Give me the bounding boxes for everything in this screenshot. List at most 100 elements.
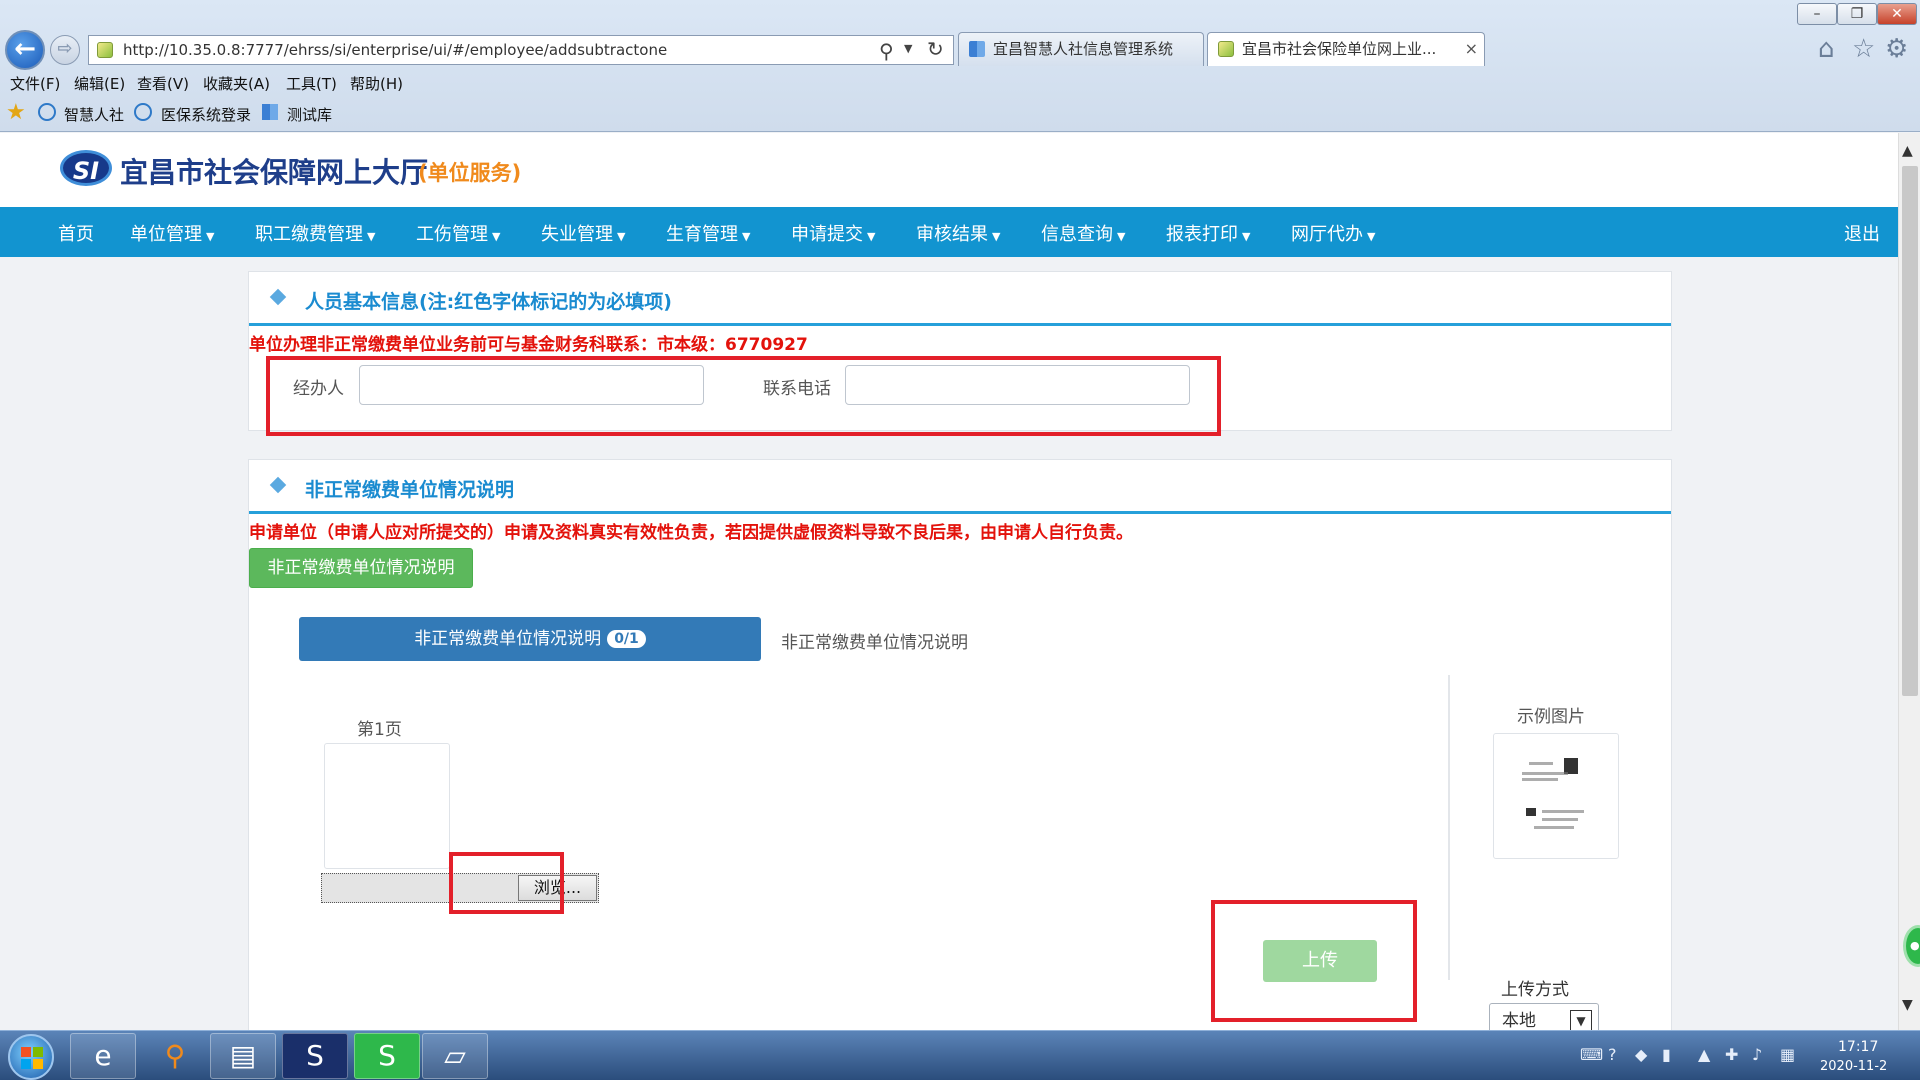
arrow-right-icon: ⇨ [57, 38, 73, 59]
menu-tools[interactable]: 工具(T) [286, 73, 337, 94]
scroll-up-icon[interactable]: ▲ [1902, 143, 1913, 159]
authenticity-note: 申请单位（申请人应对所提交的）申请及资料真实有效性负责，若因提供虚假资料导致不良… [249, 523, 1133, 543]
taskbar: e ⚲ ▤ S S ▱ ⌨ ? ◆ ▮ ▲ ✚ ♪ ▦ 17:17 2020-1… [0, 1030, 1920, 1080]
count-badge: 0/1 [607, 630, 646, 648]
site-subtitle: (单位服务) [418, 161, 522, 185]
upload-thumbnail[interactable] [324, 743, 450, 869]
window-minimize-button[interactable]: – [1797, 3, 1837, 25]
windows-logo-piece [21, 1047, 31, 1057]
scroll-down-icon[interactable]: ▼ [1902, 997, 1913, 1013]
doc-block [1526, 808, 1536, 816]
battery-icon[interactable]: ▮ [1662, 1045, 1671, 1064]
nav-review-results[interactable]: 审核结果 ▼ [916, 220, 1000, 246]
site-favicon-icon [1218, 41, 1234, 57]
highlight-box [1211, 900, 1417, 1022]
tab-irregular-payment-inactive[interactable]: 非正常缴费单位情况说明 [781, 628, 968, 653]
nav-hall-agency[interactable]: 网厅代办 ▼ [1291, 220, 1375, 246]
finance-contact-note: 单位办理非正常缴费单位业务前可与基金财务科联系：市本级：6770927 [249, 335, 808, 355]
tray-expand-icon[interactable]: ▲ [1698, 1045, 1710, 1064]
menu-favorites[interactable]: 收藏夹(A) [203, 73, 270, 94]
nav-work-injury[interactable]: 工伤管理 ▼ [416, 220, 500, 246]
nav-maternity[interactable]: 生育管理 ▼ [666, 220, 750, 246]
upload-mode-select[interactable]: 本地 ▼ [1489, 1003, 1599, 1030]
irregular-payment-panel: 非正常缴费单位情况说明 申请单位（申请人应对所提交的）申请及资料真实有效性负责，… [248, 459, 1672, 1030]
caret-down-icon: ▼ [1242, 230, 1251, 243]
taskbar-green-app-icon[interactable]: S [354, 1033, 420, 1079]
favorite-link-1[interactable]: 智慧人社 [64, 104, 124, 125]
page-scrollbar[interactable]: ▲ ▼ [1898, 133, 1920, 1030]
basic-info-title: 人员基本信息(注:红色字体标记的为必填项) [305, 291, 672, 313]
address-url[interactable]: http://10.35.0.8:7777/ehrss/si/enterpris… [123, 41, 667, 59]
nav-label: 单位管理 [130, 224, 202, 245]
caret-down-icon: ▼ [1117, 230, 1126, 243]
clock-date[interactable]: 2020-11-2 [1820, 1059, 1887, 1074]
browser-tab-label: 宜昌市社会保险单位网上业... [1242, 40, 1437, 58]
gear-icon[interactable]: ⚙ [1885, 34, 1908, 64]
taskbar-search-icon[interactable]: ⚲ [142, 1033, 208, 1079]
nav-report-print[interactable]: 报表打印 ▼ [1166, 220, 1250, 246]
network-icon[interactable]: ▦ [1780, 1045, 1795, 1064]
address-bar[interactable]: http://10.35.0.8:7777/ehrss/si/enterpris… [88, 35, 954, 65]
caret-down-icon: ▼ [867, 230, 876, 243]
irregular-payment-title: 非正常缴费单位情况说明 [305, 479, 515, 501]
refresh-icon[interactable]: ↻ [927, 37, 944, 61]
nav-info-query[interactable]: 信息查询 ▼ [1041, 220, 1125, 246]
browser-chrome: – ❐ ✕ ← ⇨ http://10.35.0.8:7777/ehrss/si… [0, 0, 1920, 132]
nav-application-submit[interactable]: 申请提交 ▼ [791, 220, 875, 246]
windows-icon [262, 104, 278, 120]
nav-unemployment[interactable]: 失业管理 ▼ [541, 220, 625, 246]
search-icon[interactable]: ⚲ [879, 39, 894, 63]
nav-employee-payment[interactable]: 职工缴费管理 ▼ [255, 220, 375, 246]
forward-button[interactable]: ⇨ [50, 35, 80, 65]
back-button[interactable]: ← [5, 30, 45, 70]
clock-time[interactable]: 17:17 [1838, 1039, 1878, 1055]
windows-logo-piece [33, 1047, 43, 1057]
menu-view[interactable]: 查看(V) [137, 73, 189, 94]
browser-tab-2[interactable]: 宜昌市社会保险单位网上业... × [1207, 32, 1485, 66]
menu-help[interactable]: 帮助(H) [350, 73, 403, 94]
help-icon[interactable]: ? [1608, 1045, 1617, 1064]
logout-link[interactable]: 退出 [1844, 220, 1880, 246]
menu-edit[interactable]: 编辑(E) [74, 73, 125, 94]
nav-label: 申请提交 [791, 224, 863, 245]
doc-line [1522, 778, 1558, 781]
main-nav: 首页 单位管理 ▼ 职工缴费管理 ▼ 工伤管理 ▼ 失业管理 ▼ 生育管理 ▼ 申请提交 ▼… [0, 207, 1898, 257]
diamond-icon [269, 288, 287, 306]
keyboard-icon[interactable]: ⌨ [1580, 1045, 1603, 1064]
favorite-link-2[interactable]: 医保系统登录 [161, 104, 251, 125]
panel-header: 人员基本信息(注:红色字体标记的为必填项) [249, 272, 1671, 326]
scroll-thumb[interactable] [1902, 166, 1918, 696]
chevron-down-icon: ▼ [1570, 1010, 1592, 1030]
sample-image[interactable] [1493, 733, 1619, 859]
nav-label: 生育管理 [666, 224, 738, 245]
tab-irregular-payment-active[interactable]: 非正常缴费单位情况说明 0/1 [299, 617, 761, 661]
taskbar-folder-icon[interactable]: ▤ [210, 1033, 276, 1079]
windows-favicon-icon [969, 41, 985, 57]
windows-logo-piece [33, 1059, 43, 1069]
nav-home[interactable]: 首页 [58, 220, 94, 246]
taskbar-si-app-icon[interactable]: S [282, 1033, 348, 1079]
site-title: 宜昌市社会保障网上大厅 [120, 156, 429, 189]
taskbar-ie-icon[interactable]: e [70, 1033, 136, 1079]
favorite-link-3[interactable]: 测试库 [287, 104, 332, 125]
arrow-left-icon: ← [14, 34, 36, 64]
home-icon[interactable]: ⌂ [1818, 34, 1835, 64]
close-icon[interactable]: × [1465, 33, 1478, 65]
window-close-button[interactable]: ✕ [1877, 3, 1917, 25]
nav-unit-management[interactable]: 单位管理 ▼ [130, 220, 214, 246]
menu-file[interactable]: 文件(F) [10, 73, 60, 94]
doc-line [1534, 826, 1574, 829]
chevron-down-icon[interactable]: ▼ [904, 42, 912, 55]
taskbar-document-icon[interactable]: ▱ [422, 1033, 488, 1079]
security-shield-icon[interactable]: ✚ [1725, 1045, 1738, 1064]
start-button[interactable] [8, 1034, 54, 1080]
nav-label: 审核结果 [916, 224, 988, 245]
window-maximize-button[interactable]: ❐ [1837, 3, 1877, 25]
favorites-star-icon[interactable]: ★ [6, 100, 26, 125]
windows-logo-piece [21, 1059, 31, 1069]
irregular-payment-category-button[interactable]: 非正常缴费单位情况说明 [249, 548, 473, 588]
network-app-icon[interactable]: ◆ [1635, 1045, 1647, 1064]
volume-icon[interactable]: ♪ [1752, 1045, 1762, 1064]
star-icon[interactable]: ☆ [1852, 34, 1875, 64]
browser-tab-1[interactable]: 宜昌智慧人社信息管理系统 [958, 32, 1204, 66]
